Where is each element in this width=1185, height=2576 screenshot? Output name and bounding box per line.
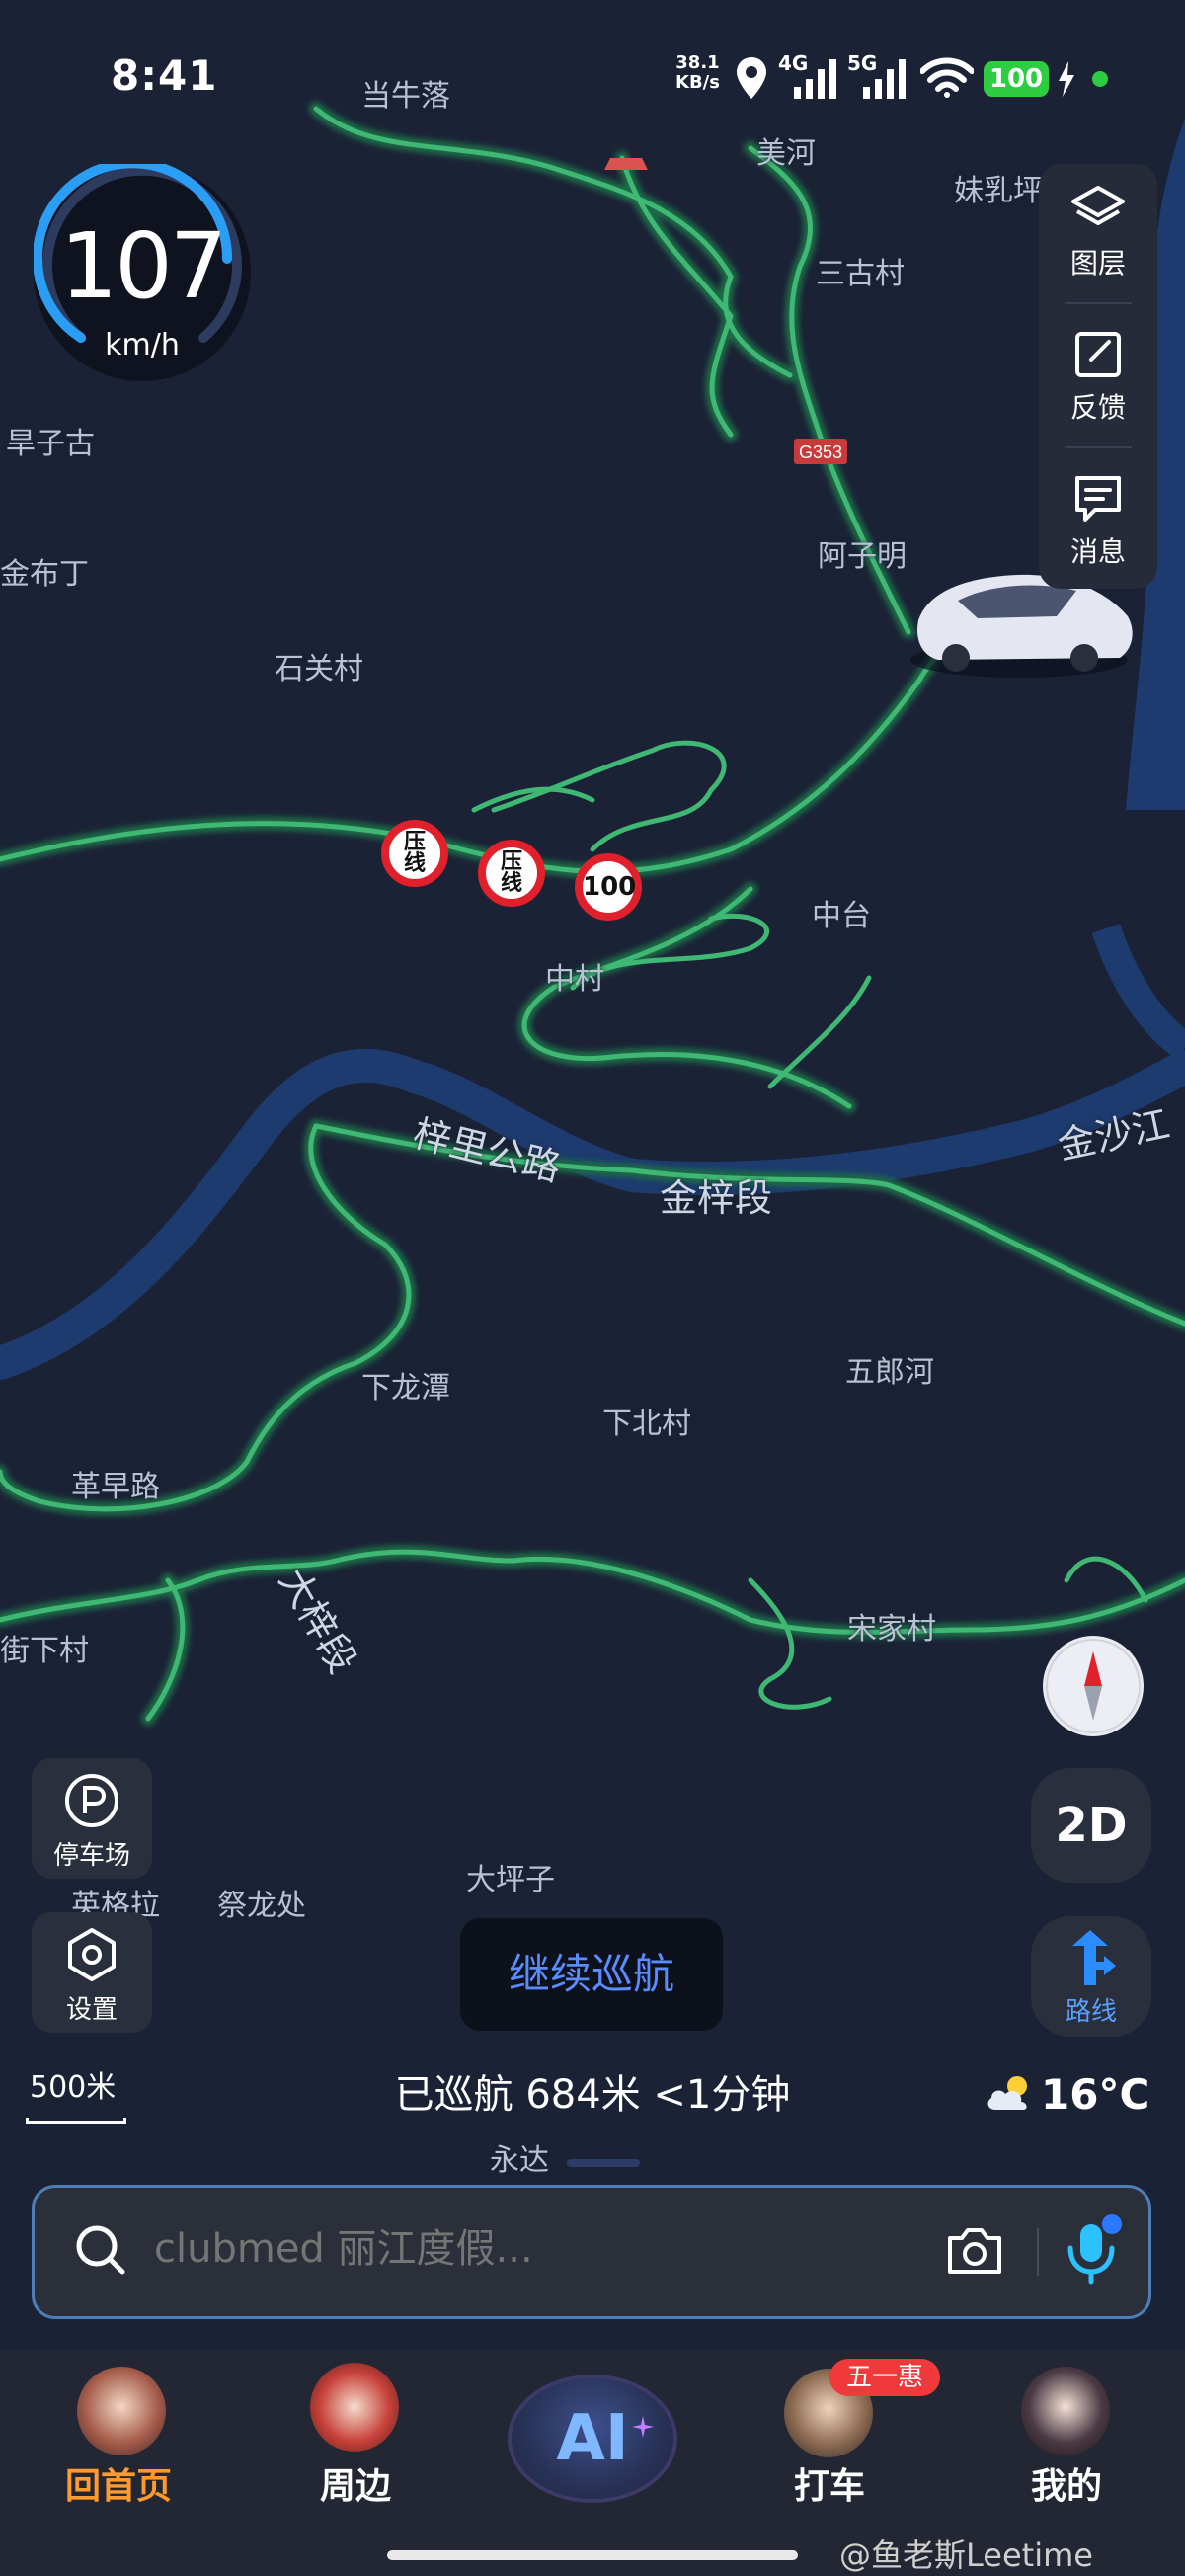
feedback-edit-icon bbox=[1075, 332, 1121, 377]
map-label-azimin: 阿子明 bbox=[818, 539, 907, 574]
map-label-hanzigu: 旱子古 bbox=[6, 427, 95, 461]
yongda-underline bbox=[567, 2159, 640, 2167]
nav-home-label: 回首页 bbox=[64, 2466, 172, 2507]
press-line-sign-line2: 线 bbox=[403, 851, 426, 876]
press-line-sign-line2: 线 bbox=[500, 871, 522, 896]
feedback-label: 反馈 bbox=[1069, 391, 1126, 424]
nav-home[interactable]: 回首页 bbox=[30, 2363, 207, 2507]
location-icon bbox=[737, 57, 766, 99]
search-icon bbox=[76, 2225, 125, 2275]
home-avatar-icon bbox=[77, 2367, 166, 2455]
ai-label: AI bbox=[556, 2402, 629, 2475]
message-icon bbox=[1075, 476, 1121, 522]
map-label-zhongcun: 中村 bbox=[545, 962, 604, 997]
layers-button[interactable]: 图层 bbox=[1039, 184, 1157, 292]
press-line-sign: 压 线 bbox=[478, 840, 545, 907]
nav-nearby-label: 周边 bbox=[319, 2466, 391, 2507]
view-mode-button[interactable]: 2D bbox=[1031, 1768, 1151, 1883]
sparkle-icon bbox=[632, 2416, 654, 2438]
network-speed-unit: KB/s bbox=[675, 72, 720, 93]
compass-button[interactable] bbox=[1043, 1636, 1144, 1736]
press-line-sign-line1: 压 bbox=[500, 849, 522, 874]
network-speed-value: 38.1 bbox=[675, 52, 720, 73]
layers-label: 图层 bbox=[1069, 247, 1126, 280]
map-label-jiexiacun: 街下村 bbox=[0, 1634, 89, 1668]
divider bbox=[1065, 302, 1132, 304]
nav-nearby[interactable]: 周边 bbox=[267, 2363, 444, 2507]
nav-mine[interactable]: 我的 bbox=[978, 2363, 1155, 2507]
nearby-avatar-icon bbox=[310, 2363, 399, 2452]
parking-button[interactable]: 停车场 bbox=[32, 1758, 152, 1879]
map-label-dangniuluo: 当牛落 bbox=[361, 79, 450, 114]
battery-indicator: 100 bbox=[984, 61, 1049, 97]
map-label-sangucun: 三古村 bbox=[816, 257, 905, 291]
network-speed: 38.1 KB/s bbox=[675, 53, 720, 93]
map-label-jinzi-segment: 金梓段 bbox=[660, 1176, 773, 1220]
wifi-icon bbox=[920, 57, 974, 98]
map-label-dapingzi: 大坪子 bbox=[466, 1863, 555, 1897]
map-label-zhongtai: 中台 bbox=[812, 899, 871, 933]
feedback-button[interactable]: 反馈 bbox=[1039, 328, 1157, 437]
privacy-dot bbox=[1092, 71, 1108, 87]
current-speed: 107 bbox=[59, 213, 228, 319]
settings-hexagon-icon bbox=[68, 1928, 116, 1981]
speed-limit-sign: 100 bbox=[575, 853, 642, 921]
signal-bars-5g-icon bbox=[863, 59, 906, 99]
promo-badge: 五一惠 bbox=[830, 2359, 940, 2396]
weather-temperature: 16°C bbox=[1041, 2070, 1150, 2119]
settings-button[interactable]: 设置 bbox=[32, 1912, 152, 2033]
home-indicator[interactable] bbox=[387, 2550, 798, 2560]
partly-cloudy-icon bbox=[988, 2076, 1027, 2110]
map-scale-label: 500米 bbox=[30, 2070, 117, 2105]
map-label-xialongtan: 下龙潭 bbox=[361, 1371, 450, 1406]
layers-icon bbox=[1071, 186, 1125, 225]
search-input[interactable] bbox=[154, 2226, 885, 2272]
microphone-icon[interactable] bbox=[1061, 2213, 1122, 2286]
map-label-xiabeicun: 下北村 bbox=[602, 1407, 691, 1441]
map-scale-bar bbox=[26, 2118, 126, 2124]
watermark: @鱼老斯Leetime bbox=[839, 2536, 1093, 2574]
map-label-meihe: 美河 bbox=[756, 136, 816, 171]
parking-label: 停车场 bbox=[52, 1841, 130, 1871]
map-label-meirupping: 妹乳坪 bbox=[954, 174, 1043, 208]
status-time: 8:41 bbox=[111, 51, 218, 100]
nav-taxi-label: 打车 bbox=[793, 2466, 865, 2507]
cruise-stats: 已巡航 684米 <1分钟 bbox=[394, 2072, 791, 2118]
mine-avatar-icon bbox=[1021, 2367, 1110, 2455]
route-arrow-icon bbox=[1072, 1930, 1116, 1985]
continue-cruise-button[interactable]: 继续巡航 bbox=[460, 1918, 723, 2031]
map-label-yongda: 永达 bbox=[490, 2143, 549, 2178]
charging-bolt-icon bbox=[1059, 61, 1074, 97]
map-label-wulanghe: 五郎河 bbox=[845, 1355, 934, 1390]
press-line-sign: 压 线 bbox=[381, 820, 448, 887]
divider bbox=[1065, 446, 1132, 448]
compass-icon bbox=[1046, 1639, 1141, 1733]
route-shield-g353: G353 bbox=[799, 443, 842, 462]
messages-label: 消息 bbox=[1069, 535, 1126, 568]
speed-unit: km/h bbox=[105, 328, 180, 362]
route-label: 路线 bbox=[1065, 1997, 1117, 2027]
route-button[interactable]: 路线 bbox=[1031, 1916, 1151, 2037]
map-label-shiguancun: 石关村 bbox=[275, 652, 363, 686]
search-divider bbox=[1037, 2228, 1039, 2276]
camera-icon[interactable] bbox=[944, 2224, 1005, 2278]
map-label-songjiacun: 宋家村 bbox=[847, 1612, 936, 1647]
parking-icon bbox=[65, 1774, 118, 1827]
press-line-sign-line1: 压 bbox=[403, 830, 426, 854]
poi-marker bbox=[604, 158, 648, 170]
settings-label: 设置 bbox=[65, 1995, 118, 2025]
messages-button[interactable]: 消息 bbox=[1039, 472, 1157, 581]
map-label-jinbuding: 金布丁 bbox=[0, 557, 89, 592]
signal-bars-4g-icon bbox=[794, 59, 836, 99]
map-label-gezaolu: 革早路 bbox=[71, 1470, 160, 1504]
nav-mine-label: 我的 bbox=[1030, 2466, 1102, 2507]
map-label-jilongchu: 祭龙处 bbox=[217, 1889, 306, 1923]
